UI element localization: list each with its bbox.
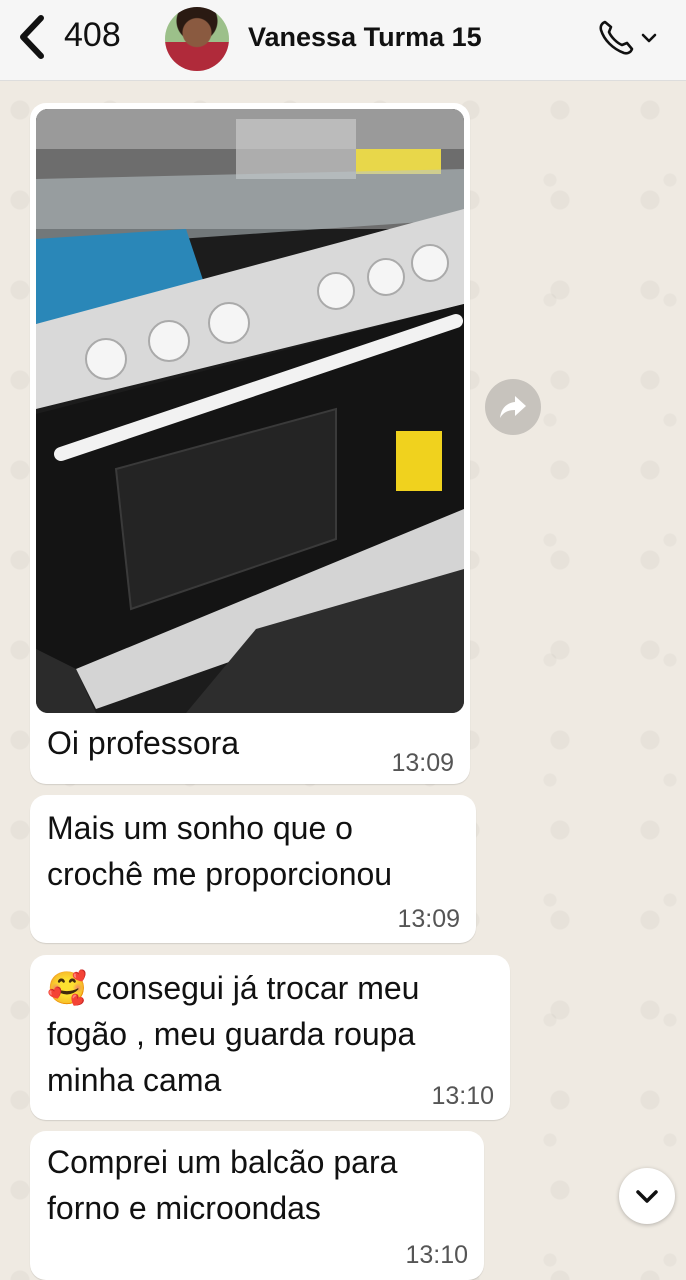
- text-message[interactable]: 🥰 consegui já trocar meu fogão , meu gua…: [30, 955, 510, 1120]
- avatar[interactable]: [165, 7, 229, 71]
- message-time: 13:09: [391, 749, 454, 777]
- stove-photo: [36, 109, 464, 713]
- message-text: Comprei um balcão para forno e microonda…: [47, 1144, 398, 1226]
- call-button[interactable]: [596, 16, 662, 60]
- phone-icon: [599, 20, 634, 55]
- message-text: 🥰 consegui já trocar meu fogão , meu gua…: [47, 970, 420, 1098]
- message-time: 13:10: [405, 1241, 468, 1269]
- message-time: 13:10: [431, 1082, 494, 1110]
- chevron-left-icon: [20, 15, 44, 59]
- forward-button[interactable]: [485, 379, 541, 435]
- message-time: 13:09: [397, 905, 460, 933]
- message-caption: Oi professora: [47, 725, 240, 761]
- contact-name[interactable]: Vanessa Turma 15: [248, 22, 482, 53]
- back-button[interactable]: [12, 12, 52, 62]
- image-message[interactable]: Oi professora 13:09: [30, 103, 470, 784]
- unread-count[interactable]: 408: [64, 16, 121, 55]
- message-photo[interactable]: [36, 109, 464, 713]
- emoji: 🥰: [47, 970, 87, 1006]
- text-message[interactable]: Comprei um balcão para forno e microonda…: [30, 1131, 484, 1280]
- chevron-down-icon: [636, 1190, 658, 1203]
- chat-header: 408 Vanessa Turma 15: [0, 0, 686, 81]
- text-message[interactable]: Mais um sonho que o crochê me proporcion…: [30, 795, 476, 943]
- chevron-down-icon: [641, 33, 657, 43]
- message-text: Mais um sonho que o crochê me proporcion…: [47, 810, 393, 892]
- forward-icon: [500, 396, 526, 418]
- scroll-down-button[interactable]: [619, 1168, 675, 1224]
